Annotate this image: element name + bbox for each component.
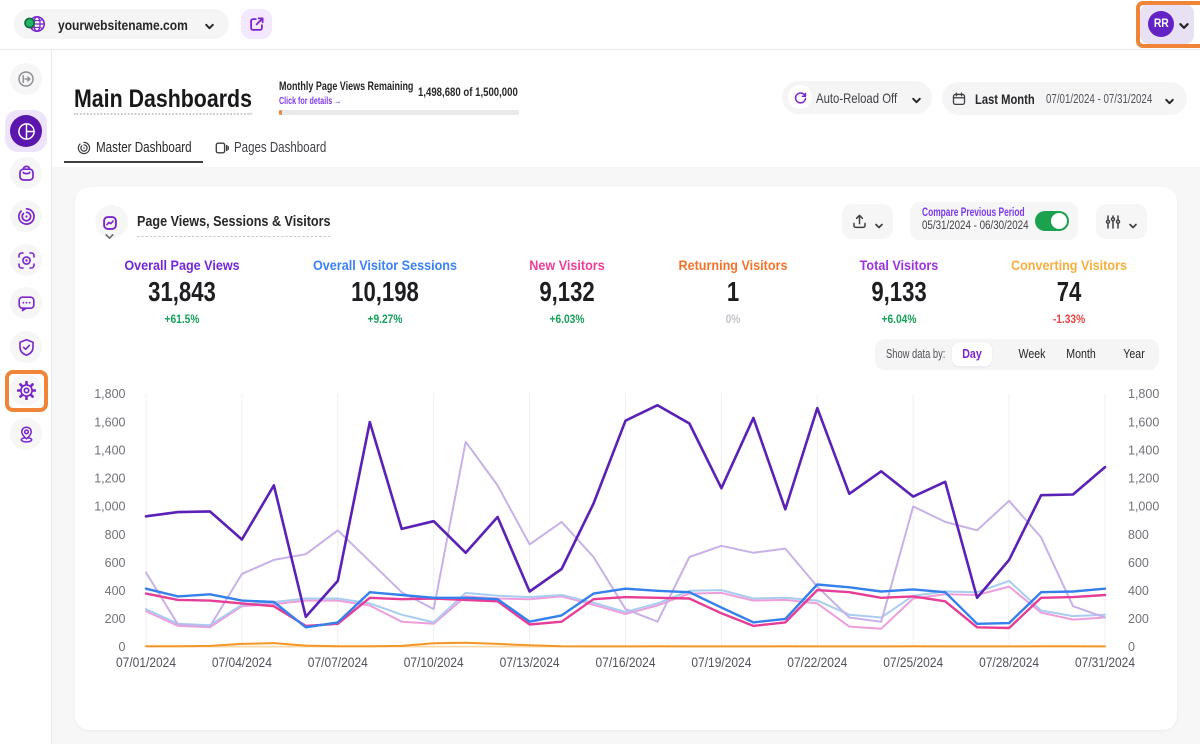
svg-text:1,600: 1,600 xyxy=(94,415,125,429)
svg-text:07/16/2024: 07/16/2024 xyxy=(596,655,656,670)
svg-text:800: 800 xyxy=(105,528,126,542)
svg-text:07/01/2024: 07/01/2024 xyxy=(116,655,176,670)
svg-text:1,600: 1,600 xyxy=(1128,415,1159,429)
svg-text:400: 400 xyxy=(105,584,126,598)
svg-text:07/04/2024: 07/04/2024 xyxy=(212,655,272,670)
svg-text:200: 200 xyxy=(105,612,126,626)
svg-text:600: 600 xyxy=(1128,556,1149,570)
svg-text:1,200: 1,200 xyxy=(94,472,125,486)
svg-text:1,400: 1,400 xyxy=(1128,443,1159,457)
svg-text:07/07/2024: 07/07/2024 xyxy=(308,655,368,670)
svg-text:07/28/2024: 07/28/2024 xyxy=(979,655,1039,670)
svg-text:07/22/2024: 07/22/2024 xyxy=(787,655,847,670)
svg-text:1,000: 1,000 xyxy=(94,500,125,514)
svg-text:07/25/2024: 07/25/2024 xyxy=(883,655,943,670)
svg-text:200: 200 xyxy=(1128,612,1149,626)
svg-text:1,200: 1,200 xyxy=(1128,472,1159,486)
svg-text:07/19/2024: 07/19/2024 xyxy=(691,655,751,670)
svg-text:07/10/2024: 07/10/2024 xyxy=(404,655,464,670)
svg-text:1,800: 1,800 xyxy=(94,387,125,401)
svg-text:07/31/2024: 07/31/2024 xyxy=(1075,655,1135,670)
svg-text:1,800: 1,800 xyxy=(1128,387,1159,401)
svg-text:800: 800 xyxy=(1128,528,1149,542)
svg-text:0: 0 xyxy=(1128,640,1135,654)
svg-text:07/13/2024: 07/13/2024 xyxy=(500,655,560,670)
svg-text:600: 600 xyxy=(105,556,126,570)
svg-text:1,400: 1,400 xyxy=(94,443,125,457)
svg-text:400: 400 xyxy=(1128,584,1149,598)
svg-text:1,000: 1,000 xyxy=(1128,500,1159,514)
svg-text:0: 0 xyxy=(119,640,126,654)
